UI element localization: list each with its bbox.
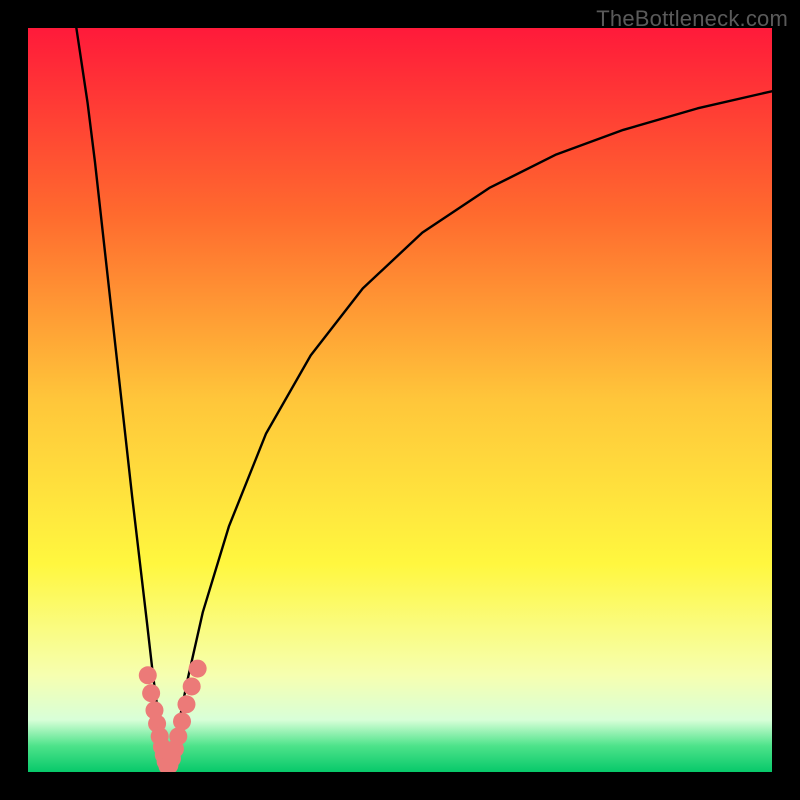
chart-dot [177,695,195,713]
outer-frame: TheBottleneck.com [0,0,800,800]
chart-dot [173,712,191,730]
chart-plot-area [28,28,772,772]
chart-dot [139,666,157,684]
chart-background [28,28,772,772]
chart-dot [183,677,201,695]
chart-dot [142,684,160,702]
chart-svg [28,28,772,772]
chart-dot [189,660,207,678]
